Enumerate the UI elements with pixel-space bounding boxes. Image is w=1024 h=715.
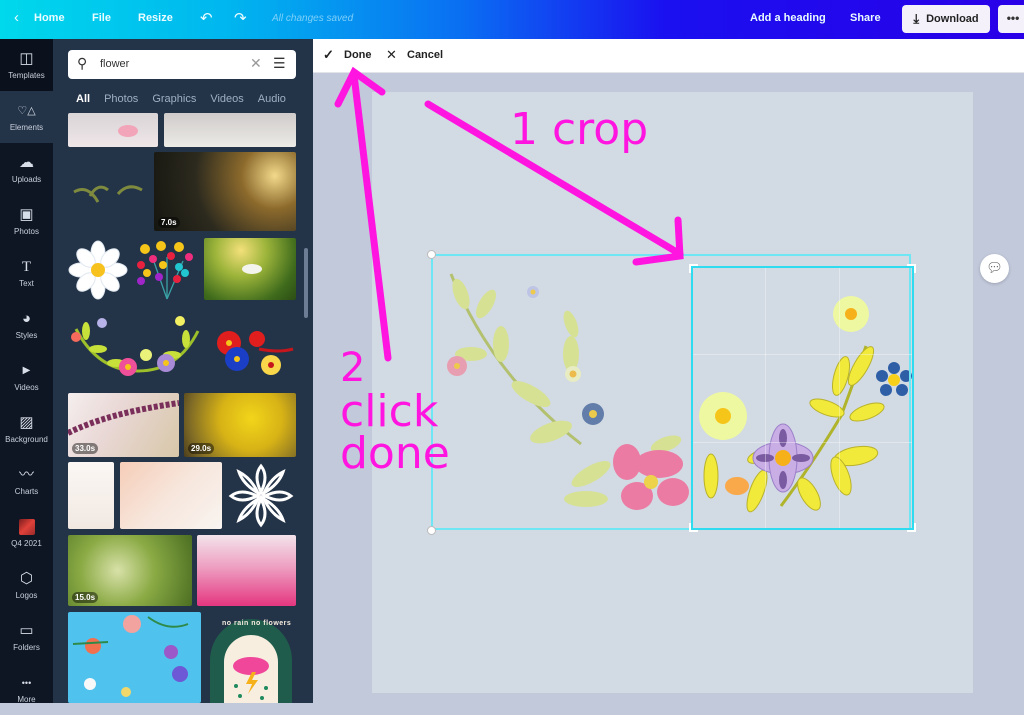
palette-icon: ◕ xyxy=(21,310,32,327)
design-title[interactable]: Add a heading xyxy=(750,12,826,24)
crop-corner-top-left[interactable] xyxy=(689,264,698,273)
elements-icon: ♡△ xyxy=(17,105,36,117)
photo-icon: ▣ xyxy=(19,206,34,223)
result-no-rain-sticker[interactable]: no rain no flowers xyxy=(206,616,296,703)
result-watercolor-wreath[interactable] xyxy=(68,311,208,387)
upload-cloud-icon: ☁ xyxy=(19,154,34,171)
rail-item-logos[interactable]: ⬡ Logos xyxy=(0,559,53,611)
search-input[interactable]: ⚲ flower ✕ ☰ xyxy=(68,50,296,79)
white-flower xyxy=(242,264,262,274)
text-icon: T xyxy=(21,259,32,275)
filter-tabs: All Photos Graphics Videos Audio xyxy=(76,93,300,105)
resize-handle-bottom-left[interactable] xyxy=(427,526,436,535)
filter-icon[interactable]: ☰ xyxy=(273,55,286,72)
result-white-daisy[interactable] xyxy=(68,239,128,301)
clear-search-icon[interactable]: ✕ xyxy=(250,55,262,72)
rail-item-charts[interactable]: 〰 Charts xyxy=(0,455,53,507)
comment-icon: 💬︎ xyxy=(986,260,1003,275)
share-button[interactable]: Share xyxy=(850,12,881,24)
download-button[interactable]: ⤓ Download xyxy=(902,5,990,33)
annotation-step2-line2: done xyxy=(340,428,450,479)
rail-item-more[interactable]: ••• More xyxy=(0,663,53,715)
crop-corner-bottom-right[interactable] xyxy=(907,523,916,532)
result-vases[interactable] xyxy=(164,113,296,147)
tab-all[interactable]: All xyxy=(76,93,90,105)
tab-audio[interactable]: Audio xyxy=(258,93,286,105)
rail-item-uploads[interactable]: ☁ Uploads xyxy=(0,143,53,195)
tab-graphics[interactable]: Graphics xyxy=(152,93,196,105)
rail-item-folders[interactable]: ▭ Folders xyxy=(0,611,53,663)
crop-frame[interactable] xyxy=(691,266,914,530)
close-icon[interactable]: ✕ xyxy=(386,47,397,63)
panel-scrollbar[interactable] xyxy=(304,248,308,318)
rail-item-elements[interactable]: ♡△ Elements xyxy=(0,91,53,143)
crop-corner-bottom-left[interactable] xyxy=(689,523,698,532)
search-value[interactable]: flower xyxy=(100,58,129,70)
more-icon: ••• xyxy=(21,678,32,688)
video-duration: 7.0s xyxy=(158,217,180,228)
cancel-button[interactable]: Cancel xyxy=(407,49,443,61)
templates-icon: ◫ xyxy=(19,50,34,67)
crop-corner-top-right[interactable] xyxy=(907,264,916,273)
more-options-button[interactable]: ••• xyxy=(998,5,1024,33)
video-duration: 29.0s xyxy=(188,443,215,454)
rail-item-photos[interactable]: ▣ Photos xyxy=(0,195,53,247)
background-icon: ▨ xyxy=(19,414,34,431)
logo-icon: ⬡ xyxy=(19,570,34,587)
rail-item-text[interactable]: T Text xyxy=(0,247,53,299)
download-label: Download xyxy=(926,13,979,25)
download-icon: ⤓ xyxy=(913,11,920,26)
result-single-stem[interactable] xyxy=(68,462,114,529)
result-pink-blossoms[interactable] xyxy=(68,113,158,147)
video-icon: ▶ xyxy=(22,365,31,376)
result-goldenrod-video[interactable]: 29.0s xyxy=(184,393,296,457)
done-button[interactable]: Done xyxy=(344,49,372,61)
tab-videos[interactable]: Videos xyxy=(210,93,243,105)
rail-item-background[interactable]: ▨ Background xyxy=(0,403,53,455)
result-pink-astilbe[interactable] xyxy=(197,535,296,606)
folder-thumbnail-icon xyxy=(0,517,53,537)
check-icon[interactable]: ✓ xyxy=(323,47,334,63)
result-dandelion-video[interactable]: 7.0s xyxy=(154,152,296,231)
result-cherry-blossom-video[interactable]: 33.0s xyxy=(68,393,179,457)
annotation-step2-number: 2 xyxy=(340,345,366,391)
chevron-left-icon[interactable]: ‹ xyxy=(14,9,19,26)
rail-item-styles[interactable]: ◕ Styles xyxy=(0,299,53,351)
save-status: All changes saved xyxy=(272,13,354,24)
search-icon: ⚲ xyxy=(77,55,88,71)
file-menu[interactable]: File xyxy=(92,12,111,24)
tab-photos[interactable]: Photos xyxy=(104,93,138,105)
home-button[interactable]: Home xyxy=(34,12,65,24)
top-bar: ‹ Home File Resize ↶ ↷ All changes saved… xyxy=(0,0,1024,39)
chart-icon: 〰 xyxy=(18,466,34,483)
rail-item-q4-2021[interactable]: Q4 2021 xyxy=(0,507,53,559)
result-herbs-video[interactable]: 15.0s xyxy=(68,535,192,606)
result-peach-blossoms[interactable] xyxy=(120,462,222,529)
result-green-sprigs[interactable] xyxy=(68,162,148,222)
elements-panel: ⚲ flower ✕ ☰ All Photos Graphics Videos … xyxy=(53,39,313,703)
resize-handle-top-left[interactable] xyxy=(427,250,436,259)
add-comment-button[interactable]: 💬︎ xyxy=(980,254,1009,283)
annotation-step1: 1 crop xyxy=(510,104,649,155)
result-blue-flatlay[interactable] xyxy=(68,612,201,703)
crop-toolbar: ✓ Done ✕ Cancel xyxy=(313,39,1024,73)
undo-icon[interactable]: ↶ xyxy=(200,9,213,27)
folder-icon: ▭ xyxy=(19,622,34,639)
result-outline-flower[interactable] xyxy=(227,462,296,529)
result-red-blue-flowers[interactable] xyxy=(209,319,296,381)
video-duration: 33.0s xyxy=(72,443,99,454)
redo-icon[interactable]: ↷ xyxy=(234,9,247,27)
result-bouquet[interactable] xyxy=(133,239,201,301)
side-rail: ◫ Templates ♡△ Elements ☁ Uploads ▣ Phot… xyxy=(0,39,53,704)
blossom-shape xyxy=(118,125,138,137)
rail-item-videos[interactable]: ▶ Videos xyxy=(0,351,53,403)
sticker-text: no rain no flowers xyxy=(222,620,292,627)
video-duration: 15.0s xyxy=(72,592,99,603)
result-meadow-photo[interactable] xyxy=(204,238,296,300)
rail-item-templates[interactable]: ◫ Templates xyxy=(0,39,53,91)
resize-button[interactable]: Resize xyxy=(138,12,173,24)
